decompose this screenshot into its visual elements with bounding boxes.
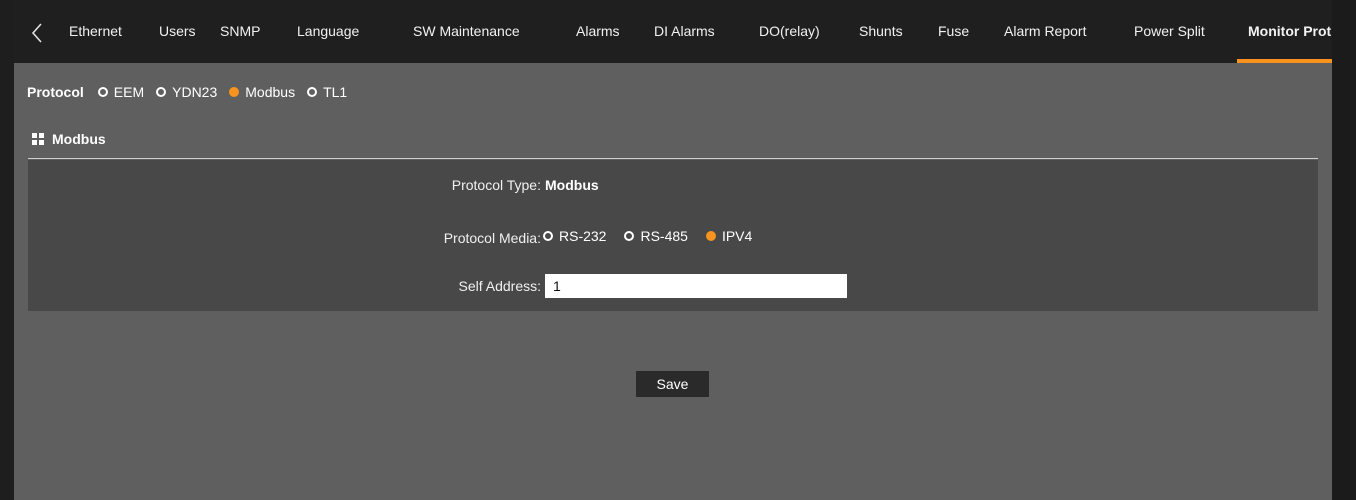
tab-power-split[interactable]: Power Split (1134, 0, 1205, 63)
tab-shunts[interactable]: Shunts (859, 0, 903, 63)
radio-icon[interactable] (156, 87, 167, 97)
protocol-media-label: Protocol Media: (443, 230, 541, 246)
radio-icon[interactable] (624, 231, 635, 241)
media-option-rs485[interactable]: RS-485 (624, 228, 688, 244)
tab-ethernet[interactable]: Ethernet (69, 0, 122, 63)
tab-users[interactable]: Users (159, 0, 196, 63)
main-content: Protocol EEM YDN23 Modbus TL1 Modbus Pro… (14, 63, 1332, 500)
protocol-selector: Protocol EEM YDN23 Modbus TL1 (27, 83, 359, 101)
protocol-option-label: YDN23 (172, 84, 218, 100)
grid-icon (32, 133, 44, 145)
protocol-option-ydn23[interactable]: YDN23 (156, 84, 217, 100)
radio-icon[interactable] (97, 87, 108, 97)
protocol-type-label: Protocol Type: (451, 177, 541, 193)
media-option-ipv4[interactable]: IPV4 (705, 228, 753, 244)
radio-icon[interactable] (307, 87, 318, 97)
tab-monitor-protocol[interactable]: Monitor Prot (1248, 0, 1331, 63)
tab-bar: Ethernet Users SNMP Language SW Maintena… (14, 0, 1332, 63)
protocol-option-label: Modbus (245, 84, 296, 100)
tab-snmp[interactable]: SNMP (220, 0, 260, 63)
radio-icon[interactable] (543, 231, 553, 241)
save-button[interactable]: Save (636, 371, 709, 397)
left-edge (0, 0, 14, 500)
right-edge (1332, 0, 1356, 500)
protocol-option-eem[interactable]: EEM (97, 84, 145, 100)
tab-alarm-report[interactable]: Alarm Report (1004, 0, 1086, 63)
protocol-option-tl1[interactable]: TL1 (307, 84, 347, 100)
protocol-type-value: Modbus (545, 177, 599, 193)
protocol-media-options: RS-232 RS-485 IPV4 (543, 228, 770, 244)
radio-selected-icon[interactable] (705, 231, 716, 241)
protocol-option-label: EEM (113, 84, 145, 100)
tab-fuse[interactable]: Fuse (938, 0, 969, 63)
protocol-option-label: TL1 (323, 84, 348, 100)
media-option-label: RS-232 (559, 228, 607, 244)
section-title-text: Modbus (52, 131, 106, 147)
self-address-input[interactable] (545, 274, 847, 298)
tab-do-relay[interactable]: DO(relay) (759, 0, 820, 63)
section-title: Modbus (32, 130, 106, 148)
tab-alarms[interactable]: Alarms (576, 0, 620, 63)
settings-panel: Protocol Type: Modbus Protocol Media: RS… (28, 160, 1318, 311)
protocol-label: Protocol (27, 84, 84, 100)
back-arrow-icon[interactable] (22, 18, 52, 48)
radio-selected-icon[interactable] (229, 87, 240, 97)
app-frame: Ethernet Users SNMP Language SW Maintena… (0, 0, 1356, 500)
tab-sw-maintenance[interactable]: SW Maintenance (413, 0, 520, 63)
tab-language[interactable]: Language (297, 0, 359, 63)
protocol-option-modbus[interactable]: Modbus (229, 84, 295, 100)
self-address-label: Self Address: (458, 278, 542, 294)
tab-di-alarms[interactable]: DI Alarms (654, 0, 715, 63)
section-divider (28, 158, 1318, 159)
media-option-rs232[interactable]: RS-232 (543, 228, 606, 244)
media-option-label: RS-485 (640, 228, 688, 244)
media-option-label: IPV4 (721, 228, 753, 244)
